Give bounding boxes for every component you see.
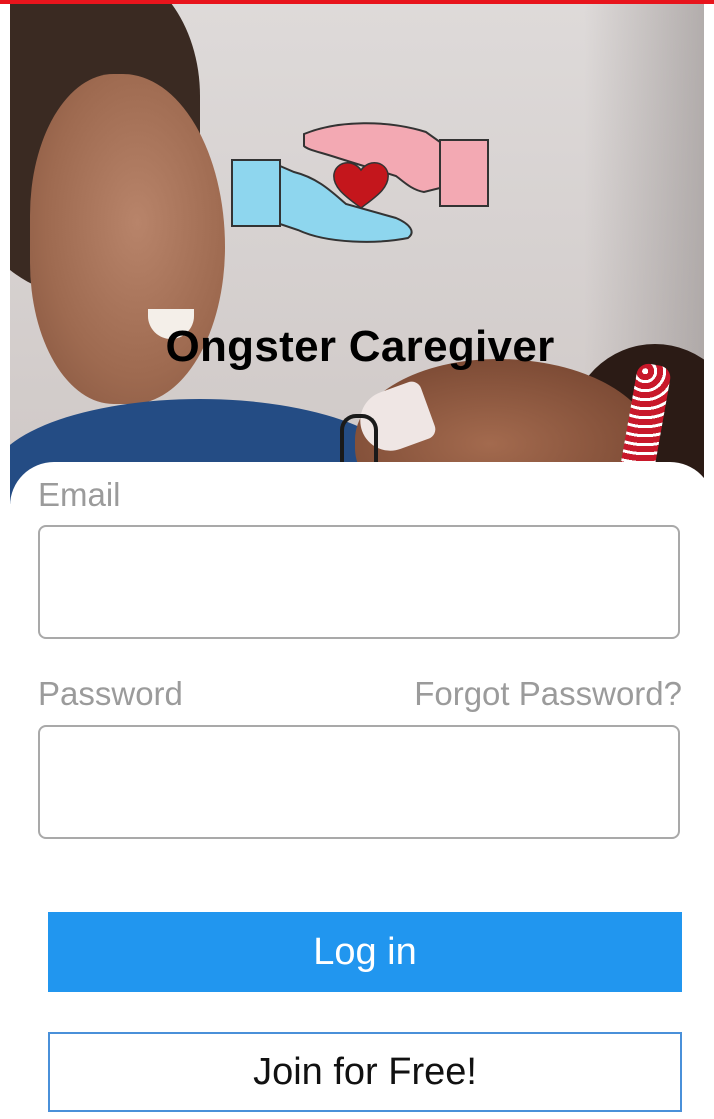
password-label: Password (38, 675, 183, 712)
app-title: Ongster Caregiver (165, 322, 555, 371)
join-button[interactable]: Join for Free! (48, 1032, 682, 1112)
forgot-password-link[interactable]: Forgot Password? (414, 675, 682, 713)
password-field[interactable] (38, 725, 680, 839)
top-accent-bar (0, 0, 714, 4)
hands-heart-icon (231, 122, 489, 243)
email-field[interactable] (38, 525, 680, 639)
login-button[interactable]: Log in (48, 912, 682, 992)
hero-image (10, 4, 704, 504)
email-label: Email (38, 476, 121, 513)
login-form-card: Email Password Forgot Password? Log in J… (10, 462, 714, 1119)
login-screen: Ongster Caregiver Email Password Forgot … (0, 0, 714, 1119)
